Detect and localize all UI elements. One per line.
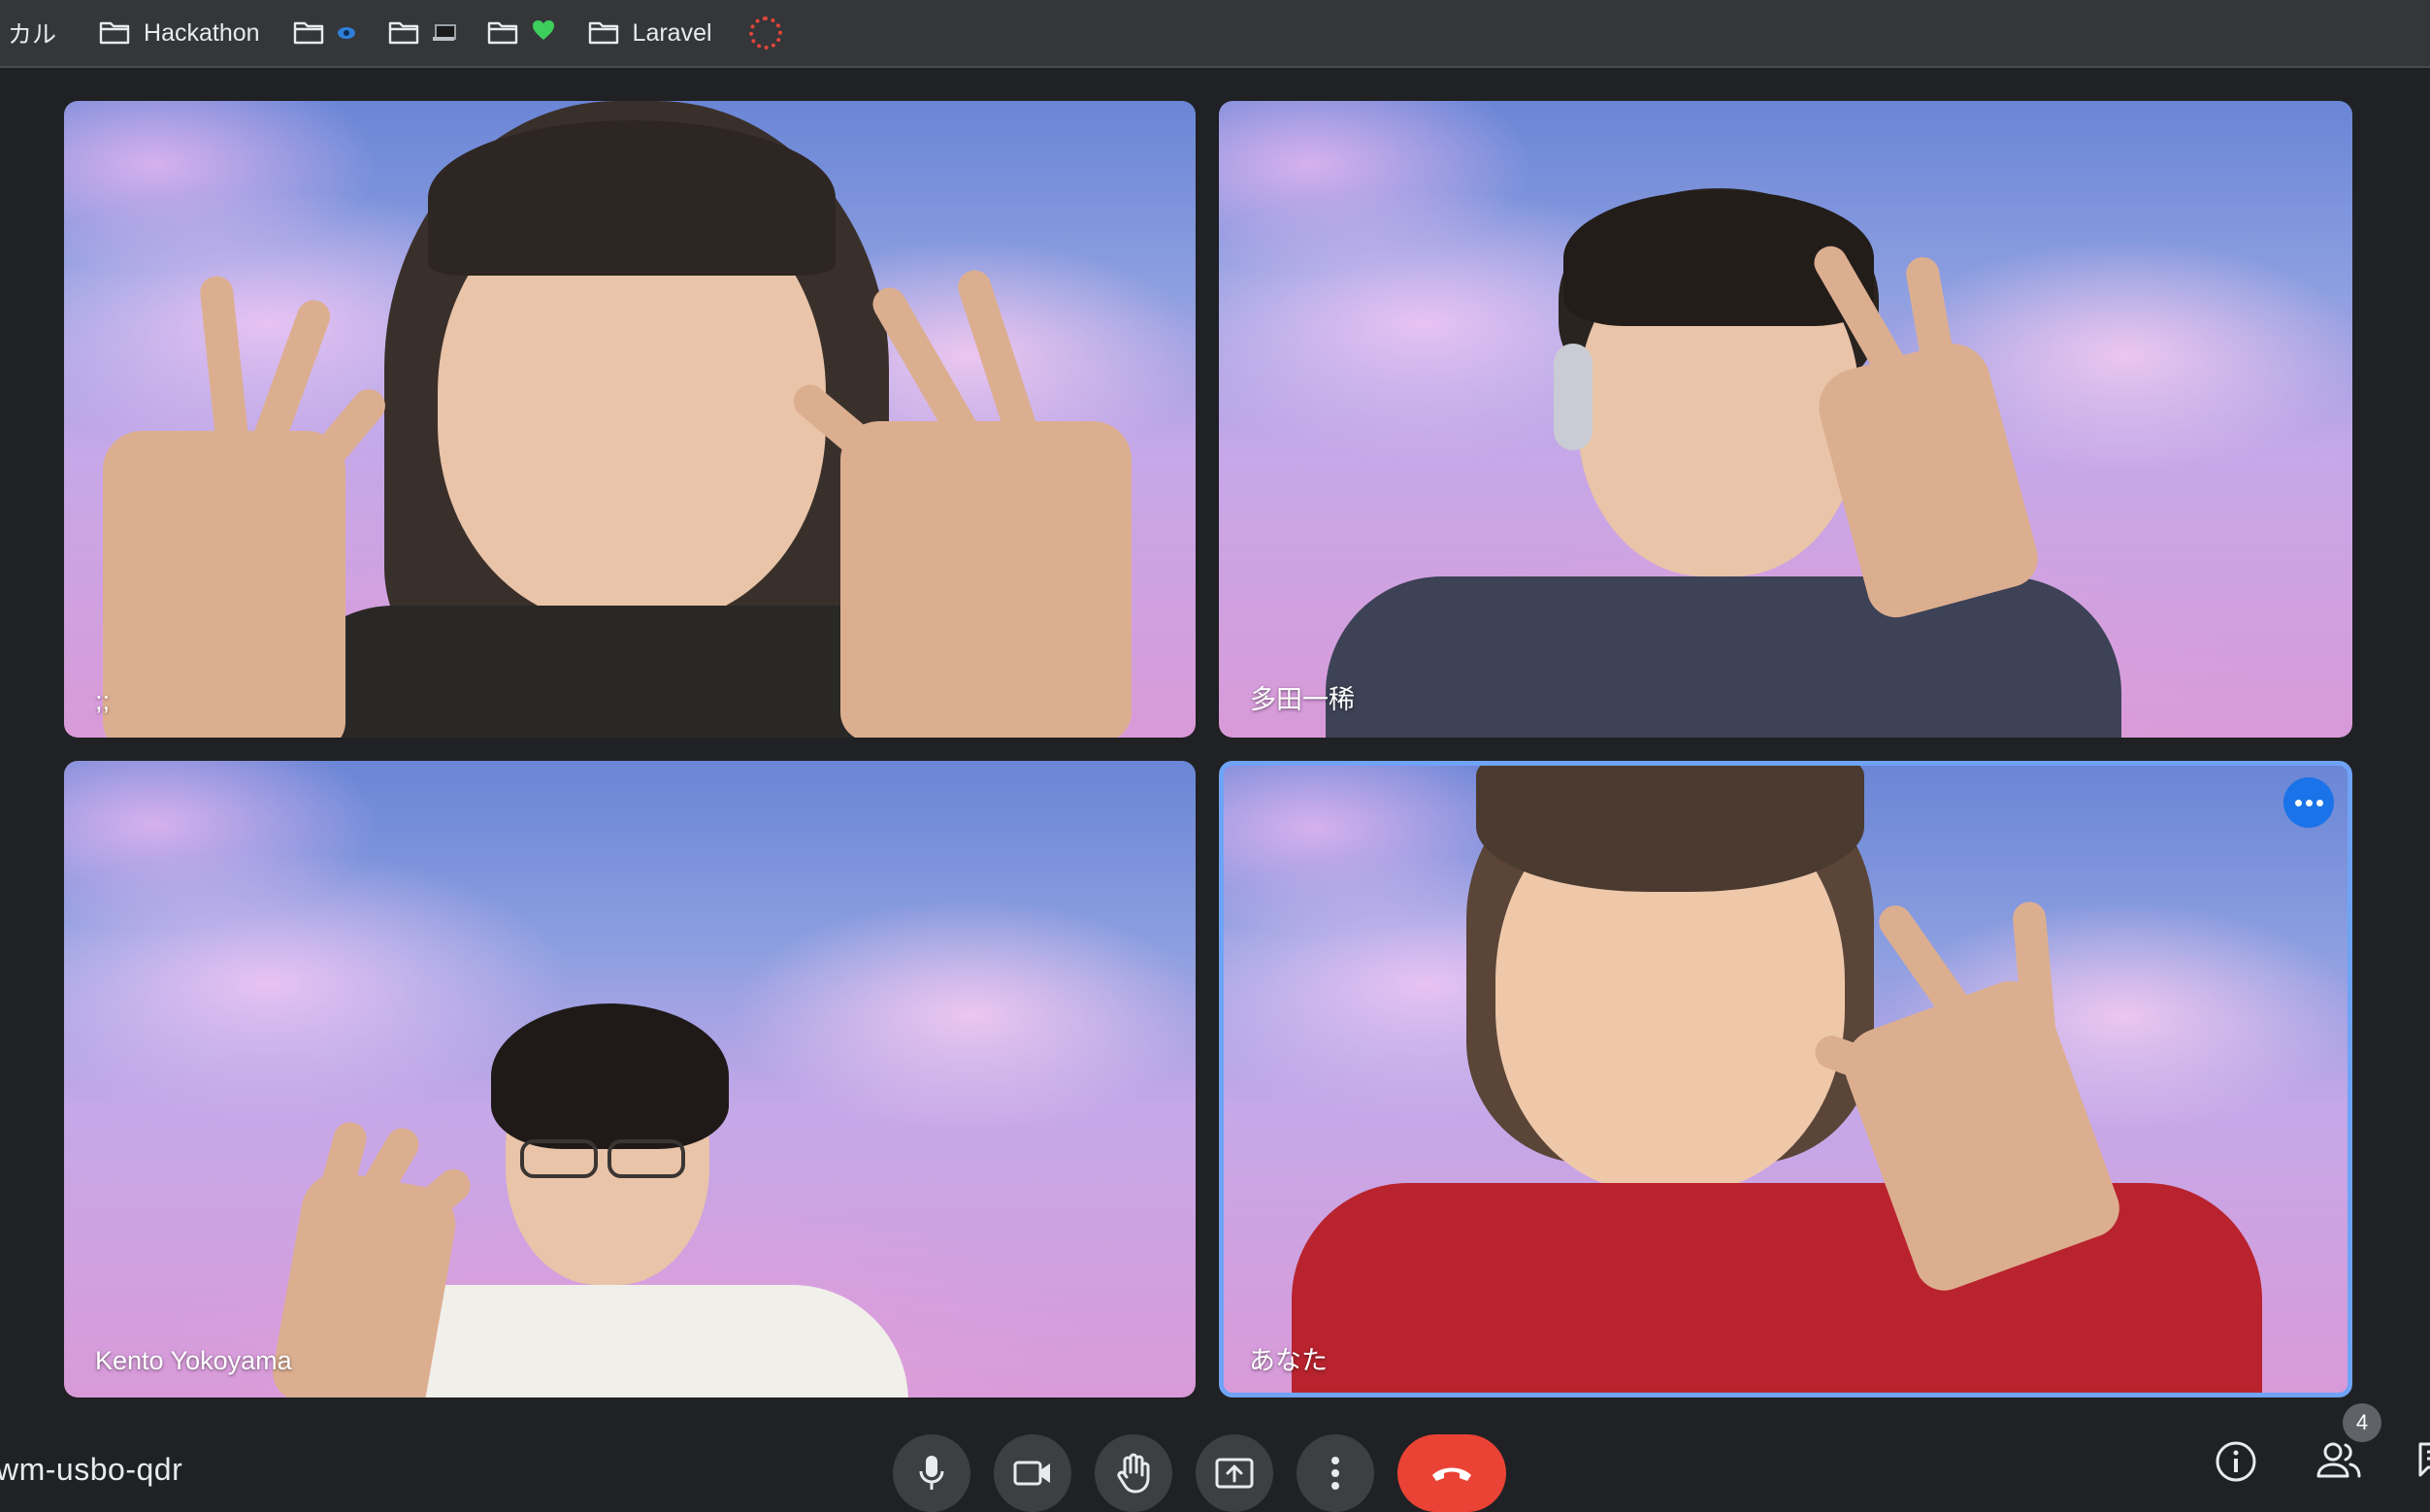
camera-button[interactable] <box>994 1434 1071 1512</box>
bookmark-folder-laravel[interactable]: Laravel <box>578 11 722 55</box>
bookmark-label: Hackathon <box>144 18 260 47</box>
folder-icon <box>487 20 518 46</box>
present-screen-icon <box>1215 1458 1254 1489</box>
participant-name: あなた <box>1249 1346 1328 1375</box>
participant-tile[interactable]: ;; <box>64 101 1196 738</box>
eye-emoji-icon <box>337 27 355 39</box>
camera-icon <box>1013 1461 1050 1486</box>
laptop-emoji-icon <box>432 24 456 42</box>
participant-name: Kento Yokoyama <box>95 1346 292 1375</box>
info-icon <box>2216 1441 2256 1482</box>
bookmark-favicon-link[interactable] <box>736 11 792 55</box>
participant-video <box>64 101 1196 738</box>
mic-button[interactable] <box>893 1434 970 1512</box>
folder-icon <box>388 20 419 46</box>
dot-icon <box>2305 799 2313 806</box>
participant-tile[interactable]: Kento Yokoyama <box>64 761 1196 1397</box>
raise-hand-icon <box>1117 1453 1150 1494</box>
folder-icon <box>293 20 324 46</box>
more-options-button[interactable] <box>1297 1434 1374 1512</box>
hang-up-icon <box>1432 1467 1471 1481</box>
participant-name: 多田一稀 <box>1250 685 1355 714</box>
folder-icon <box>588 20 619 46</box>
hang-up-button[interactable] <box>1397 1434 1506 1512</box>
meeting-info-button[interactable] <box>2215 1440 2261 1487</box>
bookmark-partial[interactable]: カル <box>0 11 66 55</box>
raise-hand-button[interactable] <box>1095 1434 1172 1512</box>
green-heart-emoji-icon <box>532 19 555 48</box>
bookmark-folder-laptop[interactable] <box>378 11 464 55</box>
people-button[interactable]: 4 <box>2315 1403 2381 1487</box>
folder-icon <box>99 20 130 46</box>
chat-icon <box>2418 1442 2430 1477</box>
bookmark-folder-heart[interactable] <box>477 11 565 55</box>
dot-icon <box>2294 799 2302 806</box>
present-screen-button[interactable] <box>1196 1434 1273 1512</box>
bookmark-label: Laravel <box>632 18 712 47</box>
participant-tile-self[interactable]: あなた <box>1219 761 2352 1397</box>
bookmark-folder-eye[interactable] <box>283 11 365 55</box>
mic-icon <box>919 1456 944 1490</box>
bookmark-partial-label: カル <box>8 21 57 49</box>
participant-video <box>1219 101 2352 738</box>
bookmark-folder-hackathon[interactable]: Hackathon <box>89 11 270 55</box>
people-icon <box>2316 1442 2361 1478</box>
meeting-code: wm-usbo-qdr <box>0 1452 183 1487</box>
participant-video <box>1224 766 2348 1393</box>
participant-video <box>64 761 1196 1397</box>
chat-button[interactable] <box>2416 1440 2430 1487</box>
red-dotted-circle-favicon-icon <box>748 16 782 49</box>
dot-icon <box>2315 799 2323 806</box>
right-tools: 4 <box>2215 1403 2430 1487</box>
more-options-icon <box>1331 1457 1339 1490</box>
bookmarks-bar: カル Hackathon Laravel <box>0 0 2430 68</box>
participant-count-badge: 4 <box>2343 1403 2381 1442</box>
participant-tile[interactable]: 多田一稀 <box>1219 101 2352 738</box>
call-controls <box>893 1434 1506 1512</box>
participant-name: ;; <box>95 686 111 715</box>
tile-more-options-button[interactable] <box>2283 777 2334 828</box>
